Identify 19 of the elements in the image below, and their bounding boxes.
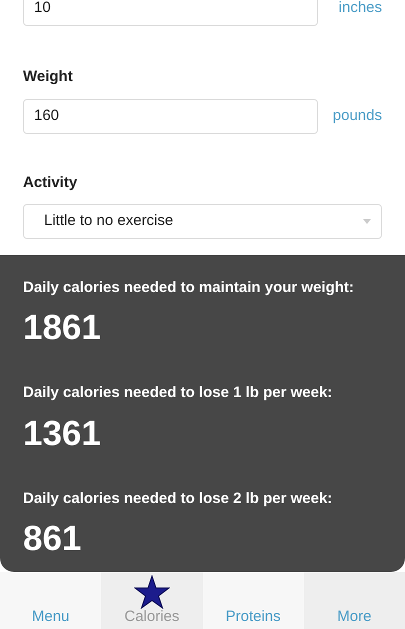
star-icon xyxy=(134,575,170,609)
calorie-value: 1361 xyxy=(23,412,102,454)
field-label: Activity xyxy=(23,172,78,192)
activity-select[interactable]: Little to no exercise xyxy=(23,204,382,239)
field-label: Weight xyxy=(23,67,74,87)
nav-tab[interactable]: More xyxy=(304,572,405,629)
nav-tab[interactable]: Calories xyxy=(101,572,202,629)
unit-label: pounds xyxy=(332,106,382,126)
nav-tab[interactable]: Proteins xyxy=(202,572,304,629)
result-heading: Daily calories needed to lose 1 lb per week: xyxy=(23,383,334,403)
calorie-value: 861 xyxy=(23,518,82,560)
unit-label: inches xyxy=(338,0,382,18)
input-field[interactable]: 160 xyxy=(23,98,318,134)
dropdown-caret-icon xyxy=(363,219,371,224)
result-heading: Daily calories needed to lose 2 lb per week: xyxy=(23,488,334,508)
nav-tab[interactable]: Menu xyxy=(0,572,102,629)
calorie-value: 1861 xyxy=(23,307,102,349)
input-field[interactable]: 10 xyxy=(23,0,318,26)
result-heading: Daily calories needed to maintain your weight: xyxy=(23,278,355,298)
